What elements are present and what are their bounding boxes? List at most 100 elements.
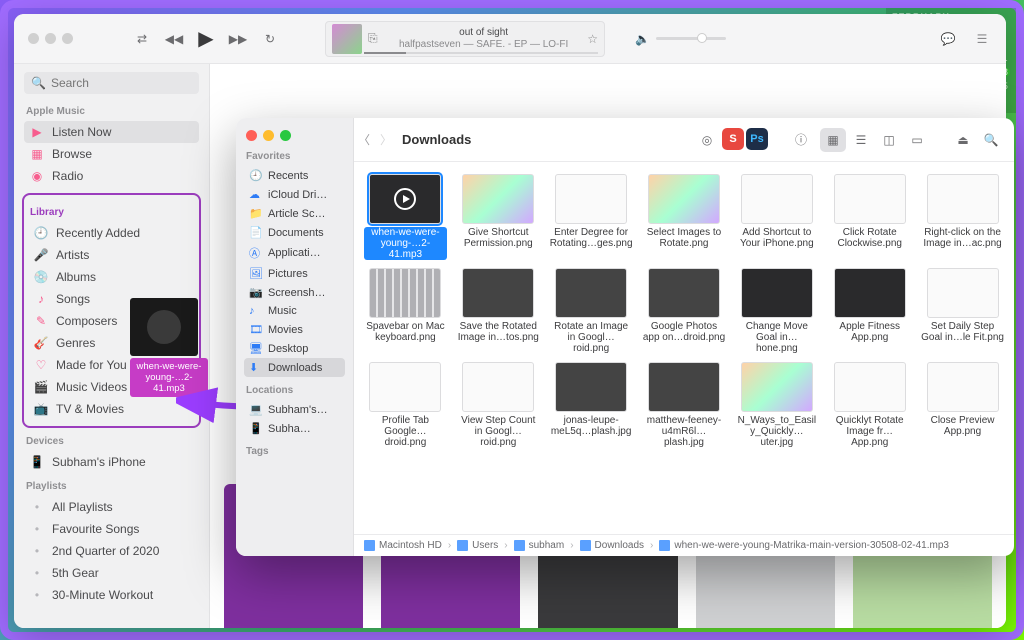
sidebar-item-browse[interactable]: ▦Browse — [24, 143, 199, 165]
finder-sidebar-subham-s-[interactable]: 💻Subham's… — [244, 400, 345, 419]
volume-slider[interactable] — [656, 37, 726, 40]
airplay-icon[interactable]: ⎘ — [368, 31, 380, 46]
file-item[interactable]: Right-click on the Image in…ac.png — [919, 172, 1006, 262]
clock-icon: 🕘 — [34, 226, 48, 240]
finder-sidebar-subha-[interactable]: 📱Subha… — [244, 419, 345, 438]
path-segment[interactable]: when-we-were-young-Matrika-main-version-… — [659, 540, 949, 551]
finder-file-area[interactable]: when-we-were-young-…2-41.mp3Give Shortcu… — [354, 162, 1014, 534]
file-thumbnail — [555, 362, 627, 412]
sidebar-item-tv-movies[interactable]: 📺TV & Movies — [28, 398, 195, 420]
file-thumbnail — [462, 268, 534, 318]
eject-icon[interactable]: ⏏ — [950, 128, 976, 152]
repeat-icon[interactable]: ↻ — [261, 30, 279, 48]
favorite-star-icon[interactable]: ☆ — [587, 32, 598, 46]
info-icon[interactable]: ⓘ — [788, 128, 814, 152]
file-item[interactable]: Profile Tab Google…droid.png — [362, 360, 449, 450]
sidebar-item-listen-now[interactable]: ▶Listen Now — [24, 121, 199, 143]
search-input[interactable] — [51, 76, 206, 90]
app-icon-ps[interactable]: Ps — [746, 128, 768, 150]
mic-icon: 🎤 — [34, 248, 48, 262]
now-playing-artwork — [332, 24, 362, 54]
search-icon[interactable]: 🔍 — [978, 128, 1004, 152]
view-list-icon[interactable]: ☰ — [848, 128, 874, 152]
back-icon[interactable]: 〈 — [358, 131, 370, 148]
play-icon[interactable]: ▶ — [197, 30, 215, 48]
file-item[interactable]: Give Shortcut Permission.png — [455, 172, 542, 262]
finder-sidebar-downloads[interactable]: ⬇Downloads — [244, 358, 345, 377]
forward-icon[interactable]: 〉 — [380, 131, 392, 148]
sidebar-item-30-minute-workout[interactable]: •30-Minute Workout — [24, 584, 199, 606]
sidebar-item-subham-s-iphone[interactable]: 📱Subham's iPhone — [24, 451, 199, 473]
file-item[interactable]: Close Preview App.png — [919, 360, 1006, 450]
progress-bar[interactable] — [364, 52, 598, 54]
app-icon-s[interactable]: S — [722, 128, 744, 150]
sidebar-item-label: 2nd Quarter of 2020 — [52, 544, 159, 558]
music-traffic-lights[interactable] — [14, 33, 87, 44]
file-item[interactable]: Google Photos app on…droid.png — [641, 266, 728, 356]
sidebar-item-artists[interactable]: 🎤Artists — [28, 244, 195, 266]
app-icon: Ⓐ — [249, 245, 262, 261]
finder-sidebar-icloud-dri-[interactable]: ☁iCloud Dri… — [244, 185, 345, 204]
finder-sidebar-applicati-[interactable]: ⒶApplicati… — [244, 242, 345, 264]
finder-sidebar-recents[interactable]: 🕘Recents — [244, 166, 345, 185]
file-item[interactable]: Rotate an Image in Googl…roid.png — [548, 266, 635, 356]
file-item[interactable]: Spavebar on Mac keyboard.png — [362, 266, 449, 356]
file-name: Apple Fitness App.png — [828, 321, 911, 343]
file-item[interactable]: Apple Fitness App.png — [826, 266, 913, 356]
sidebar-item-all-playlists[interactable]: •All Playlists — [24, 496, 199, 518]
view-columns-icon[interactable]: ◫ — [876, 128, 902, 152]
sidebar-item-2nd-quarter-of-2020[interactable]: •2nd Quarter of 2020 — [24, 540, 199, 562]
search-field[interactable]: 🔍 — [24, 72, 199, 94]
finder-sidebar-documents[interactable]: 📄Documents — [244, 223, 345, 242]
file-item[interactable]: Quicklyt Rotate Image fr…App.png — [826, 360, 913, 450]
traffic-close[interactable] — [246, 130, 257, 141]
file-item[interactable]: matthew-feeney-u4mR6l…plash.jpg — [641, 360, 728, 450]
prev-track-icon[interactable]: ◀◀ — [165, 30, 183, 48]
traffic-minimize[interactable] — [45, 33, 56, 44]
sidebar-item-albums[interactable]: 💿Albums — [28, 266, 195, 288]
traffic-close[interactable] — [28, 33, 39, 44]
finder-sidebar-music[interactable]: ♪Music — [244, 302, 345, 320]
traffic-zoom[interactable] — [62, 33, 73, 44]
path-bar[interactable]: Macintosh HD›Users›subham›Downloads›when… — [354, 534, 1014, 556]
file-item[interactable]: Click Rotate Clockwise.png — [826, 172, 913, 262]
finder-sidebar-article-sc-[interactable]: 📁Article Sc… — [244, 204, 345, 223]
finder-sidebar-pictures[interactable]: 🖼Pictures — [244, 264, 345, 283]
file-item[interactable]: jonas-leupe-meL5q…plash.jpg — [548, 360, 635, 450]
traffic-zoom[interactable] — [280, 130, 291, 141]
folder-icon — [364, 540, 375, 551]
view-gallery-icon[interactable]: ▭ — [904, 128, 930, 152]
finder-sidebar-desktop[interactable]: 🖥Desktop — [244, 339, 345, 358]
volume-control[interactable]: 🔈 — [635, 32, 726, 46]
lyrics-icon[interactable]: 💬 — [938, 29, 958, 49]
path-segment[interactable]: Downloads — [580, 540, 644, 551]
file-item[interactable]: Enter Degree for Rotating…ges.png — [548, 172, 635, 262]
file-item[interactable]: Save the Rotated Image in…tos.png — [455, 266, 542, 356]
now-playing-lcd[interactable]: ⎘ out of sight halfpastseven — SAFE. - E… — [325, 21, 605, 57]
sidebar-item-favourite-songs[interactable]: •Favourite Songs — [24, 518, 199, 540]
file-item[interactable]: View Step Count in Googl…roid.png — [455, 360, 542, 450]
traffic-minimize[interactable] — [263, 130, 274, 141]
next-track-icon[interactable]: ▶▶ — [229, 30, 247, 48]
queue-icon[interactable]: ☰ — [972, 29, 992, 49]
file-item[interactable]: Set Daily Step Goal in…le Fit.png — [919, 266, 1006, 356]
airdrop-icon[interactable]: ◎ — [694, 128, 720, 152]
sidebar-item-label: Composers — [56, 314, 117, 328]
sidebar-item-5th-gear[interactable]: •5th Gear — [24, 562, 199, 584]
file-item[interactable]: when-we-were-young-…2-41.mp3 — [362, 172, 449, 262]
shuffle-icon[interactable]: ⇄ — [133, 30, 151, 48]
path-segment[interactable]: subham — [514, 540, 565, 551]
finder-sidebar-screensh-[interactable]: 📷Screensh… — [244, 283, 345, 302]
file-item[interactable]: N_Ways_to_Easily_Quickly…uter.jpg — [733, 360, 820, 450]
path-segment[interactable]: Users — [457, 540, 498, 551]
sidebar-item-label: Recently Added — [56, 226, 140, 240]
file-item[interactable]: Add Shortcut to Your iPhone.png — [733, 172, 820, 262]
sidebar-item-recently-added[interactable]: 🕘 Recently Added — [28, 222, 195, 244]
finder-sidebar-movies[interactable]: 🎞Movies — [244, 320, 345, 339]
sidebar-item-radio[interactable]: ◉Radio — [24, 165, 199, 187]
file-item[interactable]: Change Move Goal in…hone.png — [733, 266, 820, 356]
view-icons-icon[interactable]: ▦ — [820, 128, 846, 152]
section-devices: Devices — [26, 436, 197, 447]
path-segment[interactable]: Macintosh HD — [364, 540, 442, 551]
file-item[interactable]: Select Images to Rotate.png — [641, 172, 728, 262]
